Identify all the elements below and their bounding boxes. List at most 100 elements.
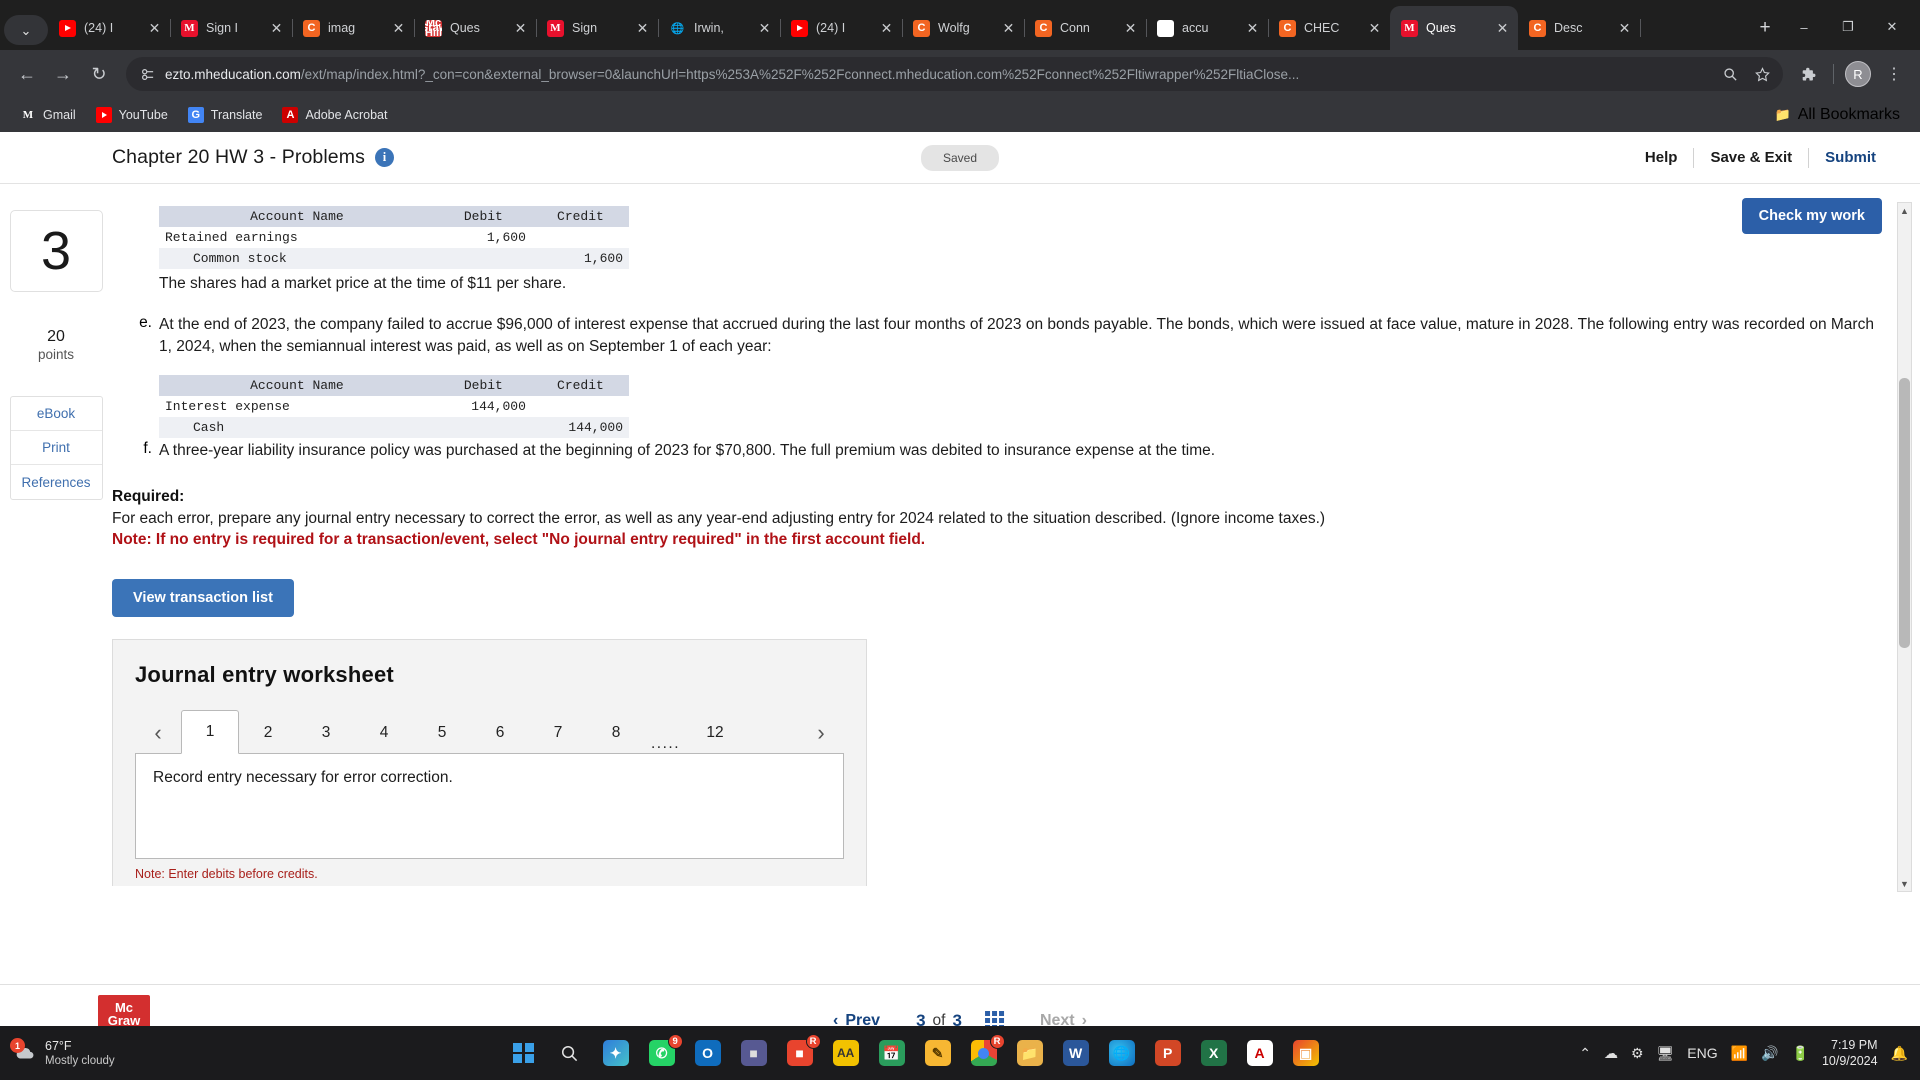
worksheet-tab-7[interactable]: 7 — [529, 713, 587, 753]
save-and-exit-link[interactable]: Save & Exit — [1694, 149, 1808, 166]
close-tab-icon[interactable]: ✕ — [1243, 19, 1262, 38]
browser-tab[interactable]: Cimag✕ — [292, 6, 414, 50]
column-header: Debit — [435, 206, 532, 227]
address-bar[interactable]: ezto.mheducation.com/ext/map/index.html?… — [126, 57, 1783, 91]
three-dot-menu-icon[interactable]: ⋮ — [1878, 58, 1910, 90]
vertical-scrollbar[interactable]: ▲ ▼ — [1897, 202, 1912, 892]
excel-icon[interactable]: X — [1194, 1033, 1234, 1073]
worksheet-tab-1[interactable]: 1 — [181, 710, 239, 754]
worksheet-tab-3[interactable]: 3 — [297, 713, 355, 753]
close-tab-icon[interactable]: ✕ — [877, 19, 896, 38]
bookmark-gmail[interactable]: M Gmail — [12, 103, 84, 127]
adobe-reader-icon[interactable]: A — [1240, 1033, 1280, 1073]
close-tab-icon[interactable]: ✕ — [1121, 19, 1140, 38]
aa-app-icon[interactable]: AA — [826, 1033, 866, 1073]
column-header: Credit — [532, 206, 629, 227]
browser-tab[interactable]: CWolfg✕ — [902, 6, 1024, 50]
volume-icon[interactable]: 🔊 — [1761, 1045, 1778, 1062]
notes-icon[interactable]: ✎ — [918, 1033, 958, 1073]
battery-icon[interactable]: 🔋 — [1792, 1045, 1809, 1062]
notifications-icon[interactable]: 🔔 — [1891, 1045, 1908, 1062]
outlook-icon[interactable]: O — [688, 1033, 728, 1073]
word-icon[interactable]: W — [1056, 1033, 1096, 1073]
start-windows-icon[interactable] — [504, 1033, 544, 1073]
search-zoom-icon[interactable] — [1717, 61, 1743, 87]
language-indicator[interactable]: ENG — [1687, 1045, 1717, 1061]
tab-search-button[interactable]: ⌄ — [4, 15, 48, 45]
view-transaction-list-button[interactable]: View transaction list — [112, 579, 294, 617]
references-button[interactable]: References — [11, 465, 102, 499]
browser-tab[interactable]: CCHEC✕ — [1268, 6, 1390, 50]
close-tab-icon[interactable]: ✕ — [633, 19, 652, 38]
tray-app-icon-3[interactable]: 🖥 — [1657, 1045, 1675, 1062]
browser-tab[interactable]: 🌐Irwin,✕ — [658, 6, 780, 50]
new-tab-button[interactable]: + — [1748, 11, 1782, 45]
minimize-button[interactable]: – — [1782, 10, 1826, 44]
worksheet-tab-2[interactable]: 2 — [239, 713, 297, 753]
close-window-button[interactable]: ✕ — [1870, 10, 1914, 44]
worksheet-next-button[interactable]: › — [798, 713, 844, 753]
close-tab-icon[interactable]: ✕ — [1365, 19, 1384, 38]
ebook-button[interactable]: eBook — [11, 397, 102, 431]
bookmark-adobe-acrobat[interactable]: A Adobe Acrobat — [274, 103, 395, 127]
close-tab-icon[interactable]: ✕ — [511, 19, 530, 38]
browser-tab[interactable]: (24) I✕ — [780, 6, 902, 50]
clock[interactable]: 7:19 PM 10/9/2024 — [1822, 1037, 1878, 1070]
reload-button[interactable]: ↻ — [82, 57, 116, 91]
tray-app-icon-2[interactable]: ⚙ — [1631, 1045, 1644, 1062]
browser-tab[interactable]: MSign✕ — [536, 6, 658, 50]
close-tab-icon[interactable]: ✕ — [389, 19, 408, 38]
forward-button[interactable]: → — [46, 57, 80, 91]
all-bookmarks-button[interactable]: 📁 All Bookmarks — [1767, 102, 1908, 128]
close-tab-icon[interactable]: ✕ — [145, 19, 164, 38]
close-tab-icon[interactable]: ✕ — [755, 19, 774, 38]
browser-tab[interactable]: McGrawHillQues✕ — [414, 6, 536, 50]
copilot-icon[interactable]: ✦ — [596, 1033, 636, 1073]
browser-tab[interactable]: Gaccu✕ — [1146, 6, 1268, 50]
info-icon[interactable]: i — [375, 148, 394, 167]
snip-tool-icon[interactable]: ▣ — [1286, 1033, 1326, 1073]
close-tab-icon[interactable]: ✕ — [267, 19, 286, 38]
whatsapp-icon[interactable]: 9 ✆ — [642, 1033, 682, 1073]
maximize-button[interactable]: ❐ — [1826, 10, 1870, 44]
worksheet-prev-button[interactable]: ‹ — [135, 713, 181, 753]
tray-chevron-icon[interactable]: ⌃ — [1579, 1045, 1591, 1062]
teams-icon[interactable]: ■ — [734, 1033, 774, 1073]
search-icon[interactable] — [550, 1033, 590, 1073]
print-button[interactable]: Print — [11, 431, 102, 465]
worksheet-tab-5[interactable]: 5 — [413, 713, 471, 753]
worksheet-tab-12[interactable]: 12 — [686, 713, 744, 753]
close-tab-icon[interactable]: ✕ — [999, 19, 1018, 38]
powerpoint-icon[interactable]: P — [1148, 1033, 1188, 1073]
avatar[interactable]: R — [1842, 58, 1874, 90]
help-link[interactable]: Help — [1629, 149, 1694, 166]
worksheet-tab-4[interactable]: 4 — [355, 713, 413, 753]
file-explorer-icon[interactable]: 📁 — [1010, 1033, 1050, 1073]
back-button[interactable]: ← — [10, 57, 44, 91]
star-icon[interactable] — [1749, 61, 1775, 87]
submit-link[interactable]: Submit — [1809, 149, 1892, 166]
browser-tab[interactable]: (24) I✕ — [48, 6, 170, 50]
extensions-puzzle-icon[interactable] — [1793, 58, 1825, 90]
browser-tab[interactable]: MQues✕ — [1390, 6, 1518, 50]
bookmark-translate[interactable]: G Translate — [180, 103, 271, 127]
worksheet-tab-6[interactable]: 6 — [471, 713, 529, 753]
chrome-icon[interactable]: R — [964, 1033, 1004, 1073]
browser-tab[interactable]: CConn✕ — [1024, 6, 1146, 50]
browser-tab[interactable]: CDesc✕ — [1518, 6, 1640, 50]
tray-app-icon-1[interactable]: ☁ — [1604, 1045, 1618, 1062]
bookmark-youtube[interactable]: YouTube — [88, 103, 176, 127]
weather-widget[interactable]: 1 67°F Mostly cloudy — [0, 1038, 250, 1069]
close-tab-icon[interactable]: ✕ — [1615, 19, 1634, 38]
edge-icon[interactable]: 🌐 — [1102, 1033, 1142, 1073]
scrollbar-thumb[interactable] — [1899, 378, 1910, 648]
canvas-icon[interactable]: R ■ — [780, 1033, 820, 1073]
browser-tab[interactable]: MSign I✕ — [170, 6, 292, 50]
scroll-up-arrow[interactable]: ▲ — [1898, 203, 1911, 218]
wifi-icon[interactable]: 📶 — [1731, 1045, 1748, 1062]
worksheet-tab-8[interactable]: 8 — [587, 713, 645, 753]
close-tab-icon[interactable]: ✕ — [1493, 19, 1512, 38]
calendar-icon[interactable]: 📅 — [872, 1033, 912, 1073]
scroll-down-arrow[interactable]: ▼ — [1898, 876, 1911, 891]
site-settings-icon[interactable] — [140, 67, 155, 82]
